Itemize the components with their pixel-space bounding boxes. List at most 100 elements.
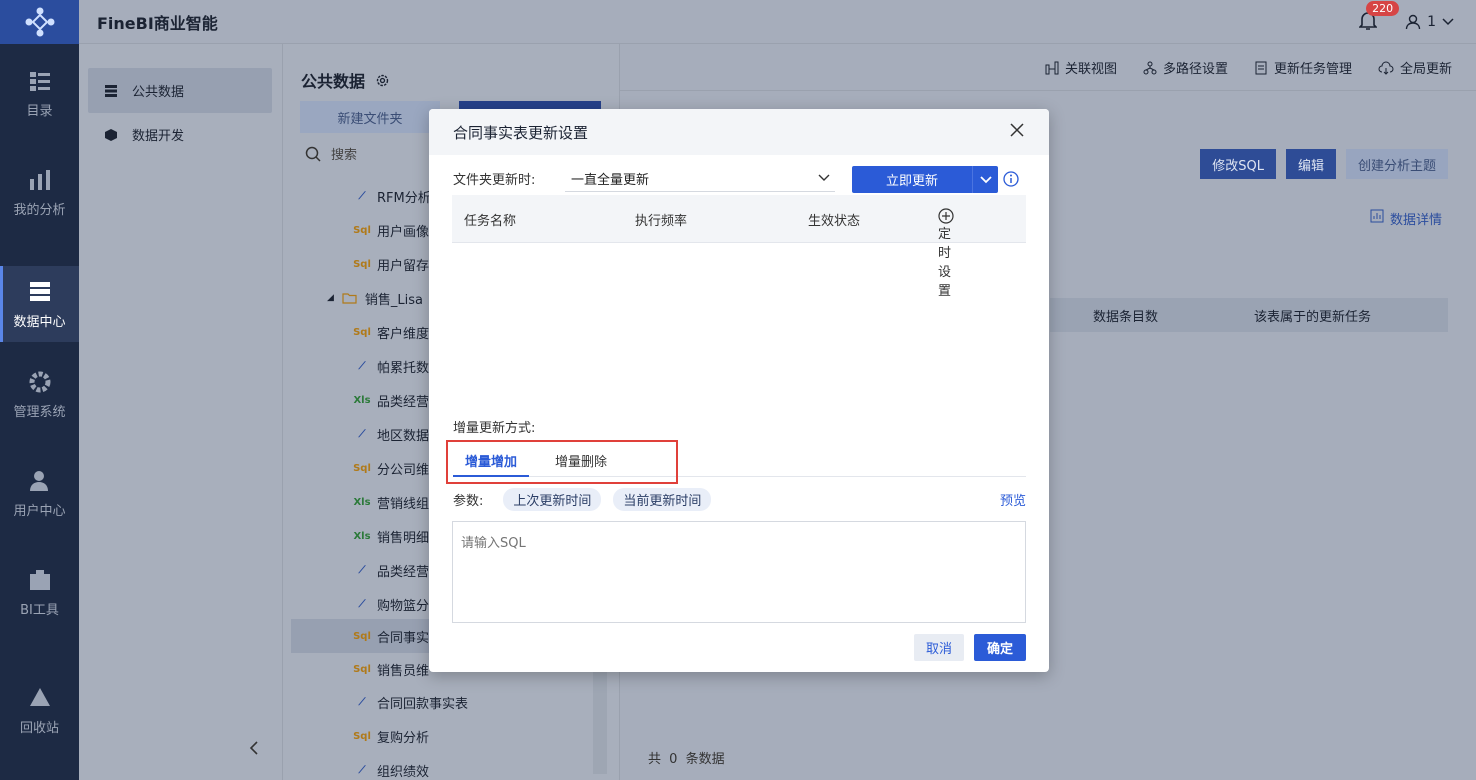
sql-icon: Sql bbox=[353, 462, 371, 474]
add-timer-button[interactable]: 定时设置 bbox=[938, 208, 954, 299]
chevron-left-icon bbox=[249, 741, 258, 755]
nav-item-bi-tools[interactable]: BI工具 bbox=[0, 543, 79, 642]
plus-circle-icon bbox=[938, 208, 954, 224]
update-now-label: 立即更新 bbox=[885, 174, 938, 189]
folder-update-value: 一直全量更新 bbox=[571, 172, 650, 188]
nav-item-management[interactable]: 管理系统 bbox=[0, 345, 79, 444]
user-icon bbox=[29, 471, 48, 491]
tree-item-label: 分公司维 bbox=[377, 462, 430, 478]
multipath-button[interactable]: 多路径设置 bbox=[1143, 58, 1228, 77]
tree-item-label: 销售明细 bbox=[377, 530, 430, 546]
collapse-sidebar-button[interactable] bbox=[249, 740, 259, 759]
caret-down-icon: ◢ bbox=[327, 293, 334, 303]
preview-link[interactable]: 预览 bbox=[1000, 490, 1026, 509]
settings-icon[interactable] bbox=[375, 73, 390, 88]
chevron-down-icon bbox=[818, 174, 830, 181]
user-menu[interactable]: 1 bbox=[1405, 14, 1454, 30]
cancel-button[interactable]: 取消 bbox=[914, 634, 964, 661]
relation-icon bbox=[1045, 61, 1059, 74]
line-chart-icon: ⟋ bbox=[358, 190, 366, 202]
search-placeholder: 搜索 bbox=[331, 148, 358, 163]
notification-button[interactable]: 220 bbox=[1358, 1, 1400, 33]
update-now-dropdown[interactable] bbox=[972, 166, 998, 193]
sql-input[interactable] bbox=[452, 521, 1026, 623]
secondary-sidebar: 公共数据 数据开发 bbox=[79, 44, 283, 780]
folder-icon bbox=[342, 293, 357, 304]
global-update-label: 全局更新 bbox=[1399, 62, 1452, 77]
app-logo[interactable] bbox=[0, 0, 79, 44]
tree-title-text: 公共数据 bbox=[301, 72, 366, 91]
nav-item-data-center[interactable]: 数据中心 bbox=[0, 266, 79, 342]
app-title: FineBI商业智能 bbox=[97, 13, 218, 33]
notification-badge: 220 bbox=[1366, 1, 1400, 16]
sql-icon: Sql bbox=[353, 730, 371, 742]
nav-item-label: BI工具 bbox=[20, 603, 59, 618]
param-last-update[interactable]: 上次更新时间 bbox=[503, 487, 602, 511]
edit-sql-button[interactable]: 修改SQL bbox=[1200, 149, 1276, 179]
folder-update-label: 文件夹更新时: bbox=[453, 173, 536, 188]
nav-item-label: 用户中心 bbox=[13, 504, 66, 519]
create-analysis-topic-button[interactable]: 创建分析主题 bbox=[1345, 149, 1448, 179]
sql-icon: Sql bbox=[353, 630, 371, 642]
column-header: 数据条目数 bbox=[1093, 309, 1159, 325]
highlight-box bbox=[446, 440, 678, 484]
main-action-buttons: 修改SQL 编辑 创建分析主题 bbox=[1200, 149, 1448, 179]
relation-view-button[interactable]: 关联视图 bbox=[1045, 58, 1117, 77]
tree-item[interactable]: ⟋ 组织绩效 bbox=[291, 753, 611, 780]
excel-icon: Xls bbox=[353, 394, 371, 406]
update-now-button[interactable]: 立即更新 bbox=[852, 166, 998, 193]
new-folder-button[interactable]: 新建文件夹 bbox=[300, 101, 440, 133]
excel-icon: Xls bbox=[353, 496, 371, 508]
update-task-label: 更新任务管理 bbox=[1273, 62, 1352, 77]
update-task-button[interactable]: 更新任务管理 bbox=[1254, 58, 1352, 77]
folder-update-select[interactable]: 一直全量更新 bbox=[565, 165, 835, 192]
gear-icon bbox=[29, 371, 50, 393]
nav-item-my-analysis[interactable]: 我的分析 bbox=[0, 143, 79, 242]
search-icon bbox=[305, 146, 321, 162]
tree-item[interactable]: ⟋ 合同回款事实表 bbox=[291, 685, 611, 719]
add-timer-label: 定时设置 bbox=[938, 227, 952, 299]
line-chart-icon: ⟋ bbox=[358, 696, 366, 708]
tree-search[interactable]: 搜索 bbox=[305, 144, 357, 163]
relation-view-label: 关联视图 bbox=[1064, 62, 1117, 77]
nav-item-recycle[interactable]: 回收站 bbox=[0, 661, 79, 760]
toolbox-icon bbox=[29, 570, 50, 590]
cloud-refresh-icon bbox=[1378, 61, 1394, 75]
tree-item-label: 合同回款事实表 bbox=[377, 696, 469, 712]
sidebar-item-public-data[interactable]: 公共数据 bbox=[88, 68, 272, 113]
confirm-button[interactable]: 确定 bbox=[974, 634, 1026, 661]
edit-button[interactable]: 编辑 bbox=[1285, 149, 1336, 179]
incremental-method-label: 增量更新方式: bbox=[453, 421, 536, 436]
chart-icon bbox=[29, 170, 50, 190]
user-icon bbox=[1405, 14, 1421, 30]
tree-item[interactable]: Sql 复购分析 bbox=[291, 719, 611, 753]
tree-item-label: 帕累托数 bbox=[377, 360, 430, 376]
nav-item-label: 目录 bbox=[26, 104, 53, 119]
param-current-update[interactable]: 当前更新时间 bbox=[613, 487, 712, 511]
tree-folder-label: 销售_Lisa bbox=[364, 292, 424, 308]
tree-title: 公共数据 bbox=[301, 68, 390, 92]
record-count-suffix: 条数据 bbox=[685, 752, 725, 767]
catalog-icon bbox=[29, 72, 50, 91]
left-nav: 目录 我的分析 数据中心 管理系统 用户中心 BI工具 回收站 bbox=[0, 0, 79, 780]
sql-icon: Sql bbox=[353, 224, 371, 236]
info-icon[interactable] bbox=[1003, 171, 1019, 187]
sidebar-item-label: 数据开发 bbox=[132, 129, 185, 144]
line-chart-icon: ⟋ bbox=[358, 428, 366, 440]
global-update-button[interactable]: 全局更新 bbox=[1378, 58, 1452, 77]
detail-icon bbox=[1370, 209, 1384, 223]
line-chart-icon: ⟋ bbox=[358, 764, 366, 776]
params-row: 参数: 上次更新时间 当前更新时间 预览 bbox=[453, 487, 1026, 511]
nav-item-user-center[interactable]: 用户中心 bbox=[0, 444, 79, 543]
nav-item-catalog[interactable]: 目录 bbox=[0, 44, 79, 143]
line-chart-icon: ⟋ bbox=[358, 598, 366, 610]
tree-item-label: 品类经营 bbox=[377, 394, 430, 410]
tree-item-label: 组织绩效 bbox=[377, 764, 430, 780]
sidebar-item-data-dev[interactable]: 数据开发 bbox=[88, 112, 272, 157]
column-header: 该表属于的更新任务 bbox=[1254, 309, 1372, 325]
sql-icon: Sql bbox=[353, 326, 371, 338]
data-detail-link[interactable]: 数据详情 bbox=[1370, 209, 1442, 228]
list-icon bbox=[105, 84, 117, 97]
close-icon[interactable] bbox=[1009, 122, 1025, 138]
tree-item-label: 营销线组 bbox=[377, 496, 430, 512]
